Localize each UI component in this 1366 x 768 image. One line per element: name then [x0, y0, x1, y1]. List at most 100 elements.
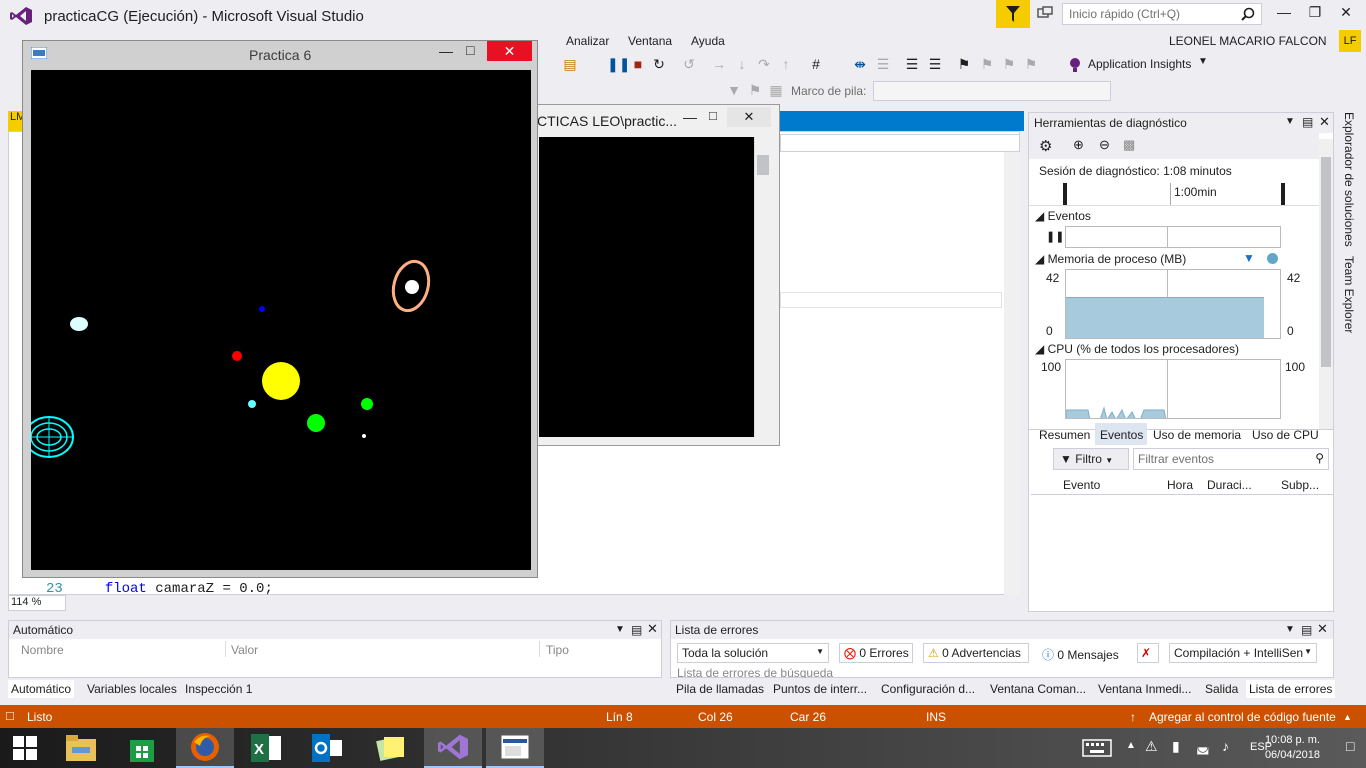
col-evento[interactable]: Evento: [1063, 478, 1100, 492]
member-navigation-dropdown[interactable]: [780, 134, 1020, 152]
tab-lista-errores[interactable]: Lista de errores: [1246, 680, 1336, 698]
filter-icon[interactable]: ▼: [726, 82, 742, 98]
panel-menu-icon[interactable]: ▼: [615, 624, 625, 635]
tab-resumen[interactable]: Resumen: [1039, 428, 1090, 442]
start-button[interactable]: [0, 728, 50, 768]
warnings-filter-button[interactable]: ⚠ 0 Advertencias: [923, 643, 1029, 663]
filter-button[interactable]: ▼ Filtro ▼: [1053, 448, 1129, 470]
panel-menu-icon[interactable]: ▼: [1285, 624, 1295, 635]
settings-gear-icon[interactable]: ⚙: [1039, 137, 1052, 155]
timeline-ruler[interactable]: 1:00min: [1063, 183, 1285, 205]
restart-icon[interactable]: ↻: [651, 56, 667, 72]
user-account-name[interactable]: LEONEL MACARIO FALCON: [1169, 34, 1328, 48]
stop-icon[interactable]: ■: [630, 56, 646, 72]
tab-ventana-comandos[interactable]: Ventana Coman...: [987, 680, 1089, 698]
pin-icon[interactable]: ▤: [631, 623, 642, 637]
step-out-icon[interactable]: ↑: [778, 56, 794, 72]
tab-variables-locales[interactable]: Variables locales: [84, 680, 180, 698]
restore-button[interactable]: ❐: [1303, 4, 1327, 24]
minimize-button[interactable]: —: [1272, 4, 1296, 24]
tab-ventana-inmediato[interactable]: Ventana Inmedi...: [1095, 680, 1194, 698]
editor-vertical-scrollbar[interactable]: [1004, 152, 1020, 595]
stack-frame-dropdown[interactable]: [873, 81, 1111, 101]
step-over-icon[interactable]: ↓: [734, 56, 750, 72]
chevron-down-icon[interactable]: ▼: [1198, 56, 1208, 67]
clear-filter-button[interactable]: ✗: [1137, 643, 1159, 663]
uncomment-icon[interactable]: ☰: [927, 56, 943, 72]
taskbar-store[interactable]: [113, 728, 171, 768]
comment-icon[interactable]: ☰: [904, 56, 920, 72]
zoom-in-icon[interactable]: ⊕: [1073, 137, 1084, 153]
volume-icon[interactable]: ♪: [1222, 738, 1229, 754]
console-close-button[interactable]: ✕: [727, 107, 771, 127]
tab-uso-memoria[interactable]: Uso de memoria: [1153, 428, 1241, 442]
hex-display-icon[interactable]: #: [808, 56, 824, 72]
bookmark-prev-icon[interactable]: ⚑: [979, 56, 995, 72]
opengl-window[interactable]: Practica 6 — □ ✕: [22, 40, 538, 578]
console-window[interactable]: CTICAS LEO\practic... — □ ✕: [530, 104, 780, 446]
console-minimize-button[interactable]: —: [683, 109, 697, 125]
panel-close-icon[interactable]: ✕: [1319, 114, 1330, 130]
thread-icon[interactable]: ⇼: [852, 56, 868, 72]
taskbar-gl-app[interactable]: [486, 728, 544, 768]
col-subproceso[interactable]: Subp...: [1281, 478, 1319, 492]
pause-icon[interactable]: ❚❚: [1046, 230, 1064, 243]
zoom-out-icon[interactable]: ⊖: [1099, 137, 1110, 153]
quick-launch-input[interactable]: Inicio rápido (Ctrl+Q): [1062, 3, 1262, 25]
tab-team-explorer[interactable]: Team Explorer: [1342, 256, 1356, 333]
gl-close-button[interactable]: ✕: [487, 41, 532, 61]
tab-eventos[interactable]: Eventos: [1100, 428, 1143, 442]
tab-pila-llamadas[interactable]: Pila de llamadas: [673, 680, 767, 698]
console-maximize-button[interactable]: □: [709, 108, 717, 123]
chevron-up-icon[interactable]: ▲: [1343, 712, 1352, 722]
menu-analizar[interactable]: Analizar: [566, 34, 609, 48]
keyboard-icon[interactable]: [1082, 739, 1112, 757]
notifications-icon[interactable]: □: [1346, 738, 1354, 754]
close-button[interactable]: ✕: [1334, 4, 1358, 24]
col-tipo[interactable]: Tipo: [546, 643, 569, 657]
battery-icon[interactable]: ▮: [1172, 738, 1180, 755]
add-to-source-control-button[interactable]: Agregar al control de código fuente: [1149, 710, 1336, 724]
tab-puntos-interrupcion[interactable]: Puntos de interr...: [770, 680, 870, 698]
zoom-level-dropdown[interactable]: 114 %: [8, 595, 66, 611]
chart-icon[interactable]: ▩: [1123, 137, 1135, 153]
col-duracion[interactable]: Duraci...: [1207, 478, 1252, 492]
scroll-thumb[interactable]: [1321, 157, 1331, 367]
messages-filter-button[interactable]: ⓘ 0 Mensajes: [1037, 643, 1127, 663]
tab-inspeccion[interactable]: Inspección 1: [182, 680, 255, 698]
errors-filter-button[interactable]: ⨂ 0 Errores: [839, 643, 913, 663]
console-scrollbar[interactable]: [754, 137, 771, 437]
error-search-input[interactable]: Lista de errores de búsqueda: [677, 668, 1329, 678]
tab-uso-cpu[interactable]: Uso de CPU: [1252, 428, 1319, 442]
bookmark-next-icon[interactable]: ⚑: [1001, 56, 1017, 72]
wifi-icon[interactable]: ◛: [1196, 738, 1210, 755]
panel-close-icon[interactable]: ✕: [1317, 621, 1328, 637]
gl-title-bar[interactable]: Practica 6 — □ ✕: [23, 41, 537, 69]
step-back-icon[interactable]: ↷: [756, 56, 772, 72]
network-error-icon[interactable]: ⚠: [1145, 738, 1158, 755]
filter-events-input[interactable]: Filtrar eventos ⚲: [1133, 448, 1329, 470]
format-icon[interactable]: ☰: [875, 56, 891, 72]
show-hidden-icons-icon[interactable]: ▲: [1126, 740, 1136, 751]
gl-maximize-button[interactable]: □: [466, 42, 474, 58]
col-hora[interactable]: Hora: [1167, 478, 1193, 492]
taskbar-excel[interactable]: X: [237, 728, 295, 768]
menu-ventana[interactable]: Ventana: [628, 34, 672, 48]
build-intellisense-dropdown[interactable]: Compilación + IntelliSen ▼: [1169, 643, 1317, 663]
panel-close-icon[interactable]: ✕: [647, 621, 658, 637]
feedback-icon[interactable]: [1036, 5, 1054, 23]
pin-icon[interactable]: ▤: [1301, 623, 1312, 637]
menu-ayuda[interactable]: Ayuda: [691, 34, 725, 48]
tab-configuracion[interactable]: Configuración d...: [878, 680, 978, 698]
taskbar-file-explorer[interactable]: [52, 728, 110, 768]
application-insights-button[interactable]: Application Insights: [1088, 57, 1191, 71]
thread-flag-icon[interactable]: ⚑: [747, 82, 763, 98]
taskbar-sticky-notes[interactable]: [362, 728, 420, 768]
taskbar-visual-studio[interactable]: [424, 728, 482, 768]
find-icon[interactable]: ▤: [562, 56, 578, 72]
bookmark-clear-icon[interactable]: ⚑: [1023, 56, 1039, 72]
scroll-thumb[interactable]: [757, 155, 769, 175]
diag-scrollbar[interactable]: [1319, 139, 1333, 429]
pause-icon[interactable]: ❚❚: [607, 56, 630, 72]
tab-automatico[interactable]: Automático: [8, 680, 75, 698]
